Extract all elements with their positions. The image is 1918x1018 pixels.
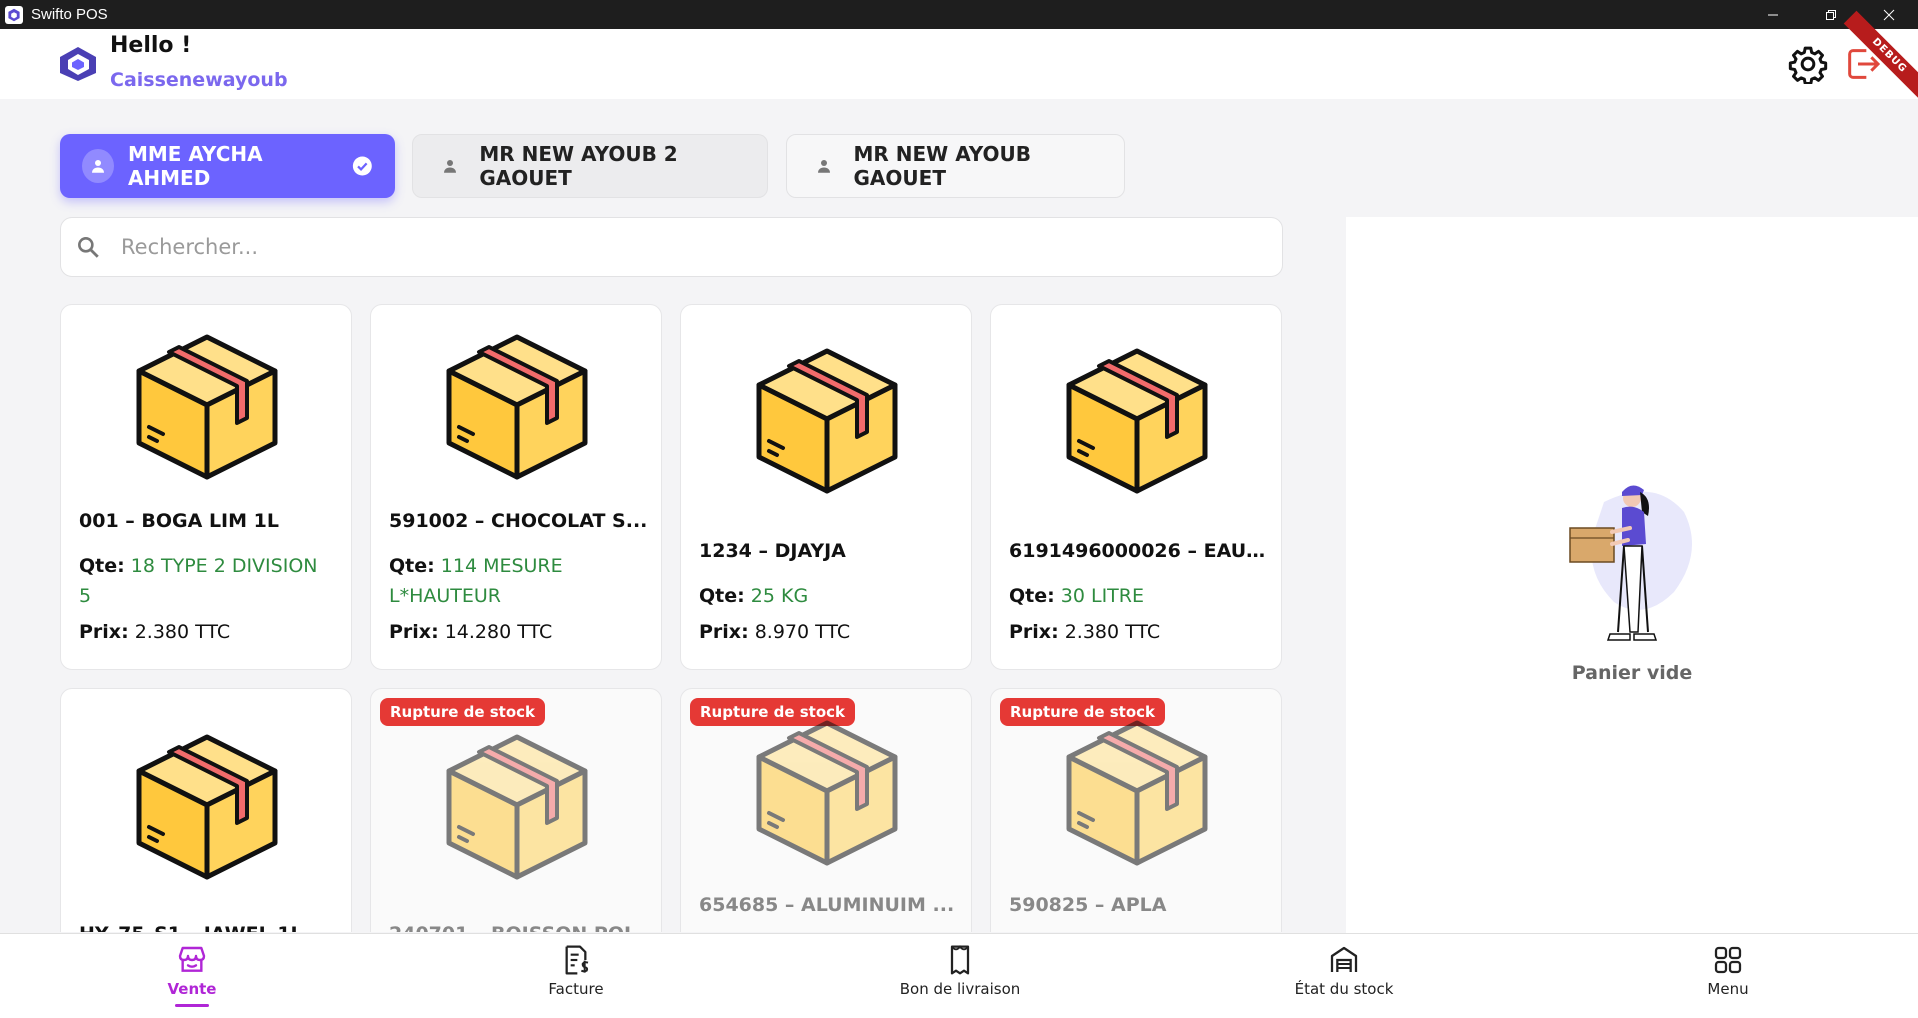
product-name: 590825 – APLA xyxy=(1009,894,1167,916)
minimize-icon[interactable] xyxy=(1744,0,1802,29)
package-box-icon xyxy=(446,334,588,480)
package-box-icon xyxy=(136,334,278,480)
product-name: 6191496000026 – EAU ... xyxy=(1009,540,1269,562)
product-card[interactable]: 591002 – CHOCOLAT S... Qte: 114 MESURE L… xyxy=(370,304,662,670)
nav-label: Vente xyxy=(167,980,217,998)
nav-etat-du-stock[interactable]: État du stock xyxy=(1152,934,1536,1018)
check-circle-icon xyxy=(353,156,373,176)
product-name: 654685 – ALUMINUIM ... xyxy=(699,894,955,916)
cashier-name: Caissenewayoub xyxy=(110,69,288,91)
client-tab-new-ayoub-gaouet[interactable]: MR NEW AYOUB GAOUET xyxy=(786,134,1125,198)
warehouse-icon xyxy=(1330,946,1358,972)
product-qty: Qte: 18 TYPE 2 DIVISION 5 xyxy=(79,555,318,607)
client-tab-new-ayoub-2-gaouet[interactable]: MR NEW AYOUB 2 GAOUET xyxy=(412,134,768,198)
empty-cart-text: Panier vide xyxy=(1571,662,1693,684)
cart-panel: Panier vide xyxy=(1346,217,1918,933)
empty-cart-illustration xyxy=(1569,485,1692,641)
product-card[interactable]: Rupture de stock 590825 – APLA xyxy=(990,688,1282,932)
nav-label: Facture xyxy=(548,980,604,998)
nav-menu[interactable]: Menu xyxy=(1536,934,1918,1018)
nav-facture[interactable]: Facture xyxy=(384,934,768,1018)
product-name: 001 – BOGA LIM 1L xyxy=(79,510,279,532)
invoice-icon xyxy=(565,945,589,975)
product-qty: Qte: 30 LITRE xyxy=(1009,585,1144,607)
product-name: 1234 – DJAYJA xyxy=(699,540,846,562)
user-avatar-icon xyxy=(809,149,840,183)
product-name: HY–75–S1 – JAWEL 1L xyxy=(79,923,339,932)
search-input[interactable] xyxy=(121,235,1221,259)
nav-vente[interactable]: Vente xyxy=(0,934,384,1018)
store-icon xyxy=(178,946,206,972)
app-header: Hello ! Caissenewayoub DEBUG xyxy=(0,10,1918,102)
client-tab-label: MR NEW AYOUB GAOUET xyxy=(853,142,1032,190)
product-grid: 001 – BOGA LIM 1L Qte: 18 TYPE 2 DIVISIO… xyxy=(60,304,1284,932)
receipt-icon xyxy=(950,945,970,975)
product-card[interactable]: HY–75–S1 – JAWEL 1L xyxy=(60,688,352,932)
product-qty: Qte: 25 KG xyxy=(699,585,809,607)
nav-label: Menu xyxy=(1707,980,1749,998)
product-card[interactable]: Rupture de stock 240701 – BOISSON PQL xyxy=(370,688,662,932)
product-card[interactable]: 1234 – DJAYJA Qte: 25 KG Prix: 8.970 TTC xyxy=(680,304,972,670)
product-qty: Qte: 114 MESURE L*HAUTEUR xyxy=(389,555,563,607)
out-of-stock-badge: Rupture de stock xyxy=(380,698,546,726)
product-name: 240701 – BOISSON PQL xyxy=(389,923,649,932)
product-price: Prix: 2.380 TTC xyxy=(79,621,231,643)
greeting-text: Hello ! xyxy=(110,33,192,58)
product-card[interactable]: 6191496000026 – EAU ... Qte: 30 LITRE Pr… xyxy=(990,304,1282,670)
brand-logo-icon xyxy=(60,47,96,81)
grid-icon xyxy=(1714,946,1742,974)
package-box-icon xyxy=(756,348,898,494)
client-tab-aycha-ahmed[interactable]: MME AYCHA AHMED xyxy=(60,134,395,198)
product-price: Prix: 14.280 TTC xyxy=(389,621,553,643)
product-card[interactable]: Rupture de stock 654685 – ALUMINUIM ... xyxy=(680,688,972,932)
bottom-navigation: Vente Facture Bon de livraison État du s… xyxy=(0,933,1918,1018)
window-titlebar: Swifto POS xyxy=(0,0,1918,29)
nav-label: État du stock xyxy=(1294,980,1394,998)
package-box-icon xyxy=(446,734,588,880)
product-price: Prix: 8.970 TTC xyxy=(699,621,851,643)
client-tab-label: MR NEW AYOUB 2 GAOUET xyxy=(479,142,678,190)
user-avatar-icon xyxy=(82,149,114,183)
product-price: Prix: 2.380 TTC xyxy=(1009,621,1161,643)
nav-label: Bon de livraison xyxy=(899,980,1021,998)
active-indicator xyxy=(175,1004,209,1007)
search-bar xyxy=(60,217,1283,277)
package-box-icon xyxy=(1066,720,1208,866)
app-logo-icon xyxy=(5,5,23,24)
client-tab-label: MME AYCHA AHMED xyxy=(127,142,263,190)
search-icon xyxy=(78,237,99,258)
nav-bon-de-livraison[interactable]: Bon de livraison xyxy=(768,934,1152,1018)
gear-icon[interactable] xyxy=(1788,44,1828,84)
package-box-icon xyxy=(756,720,898,866)
package-box-icon xyxy=(1066,348,1208,494)
window-title: Swifto POS xyxy=(31,6,108,23)
product-name: 591002 – CHOCOLAT S... xyxy=(389,510,648,532)
package-box-icon xyxy=(136,734,278,880)
product-card[interactable]: 001 – BOGA LIM 1L Qte: 18 TYPE 2 DIVISIO… xyxy=(60,304,352,670)
user-avatar-icon xyxy=(435,149,465,183)
